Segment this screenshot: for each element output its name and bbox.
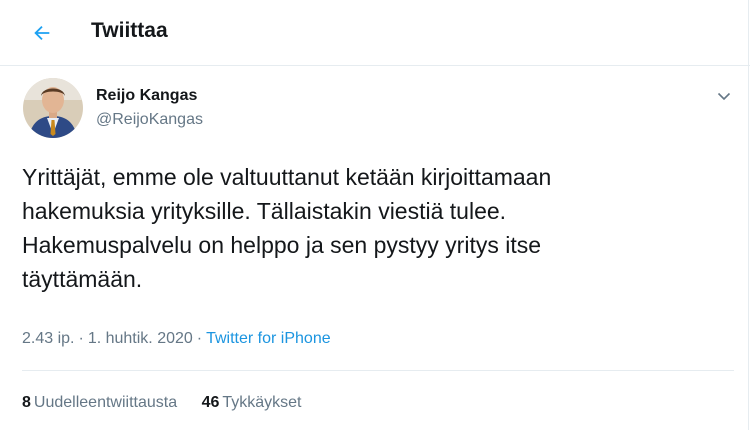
meta-separator: · (196, 330, 203, 347)
tweet-text-line: Hakemuspalvelu on helppo ja sen pystyy y… (22, 232, 542, 258)
top-bar: Twiittaa (0, 0, 750, 66)
tweet-stats: 8 Uudelleentwiittausta 46 Tykkäykset (22, 394, 322, 412)
avatar[interactable] (23, 78, 83, 138)
author-handle[interactable]: @ReijoKangas (96, 111, 203, 129)
page-title: Twiittaa (91, 19, 168, 42)
tweet-menu-button[interactable] (712, 84, 736, 108)
tweet-date[interactable]: 1. huhtik. 2020 (88, 330, 193, 347)
column-border (748, 0, 749, 430)
retweets-stat[interactable]: 8 Uudelleentwiittausta (22, 394, 177, 411)
chevron-down-icon (717, 92, 731, 101)
back-button[interactable] (22, 13, 62, 53)
retweets-label: Uudelleentwiittausta (33, 394, 178, 411)
meta-separator: · (78, 330, 84, 347)
profile-photo (23, 78, 83, 138)
likes-label: Tykkäykset (222, 394, 302, 411)
tweet-metadata: 2.43 ip. · 1. huhtik. 2020 · Twitter for iPh… (22, 330, 331, 348)
likes-stat[interactable]: 46 Tykkäykset (202, 394, 302, 411)
tweet-source-link[interactable]: Twitter for iPhone (206, 330, 331, 347)
retweets-count: 8 (22, 394, 31, 411)
tweet-text-line: hakemuksia yrityksille. Tällaistakin vie… (22, 198, 507, 224)
arrow-left-icon (34, 25, 50, 41)
divider (22, 370, 734, 371)
tweet-text-line: täyttämään. (22, 266, 143, 292)
tweet-text: Yrittäjät, emme ole valtuuttanut ketään … (22, 160, 722, 296)
author-name[interactable]: Reijo Kangas (96, 87, 197, 105)
tweet-text-line: Yrittäjät, emme ole valtuuttanut ketään … (22, 164, 552, 190)
likes-count: 46 (201, 394, 220, 411)
tweet-time[interactable]: 2.43 ip. (22, 330, 74, 347)
